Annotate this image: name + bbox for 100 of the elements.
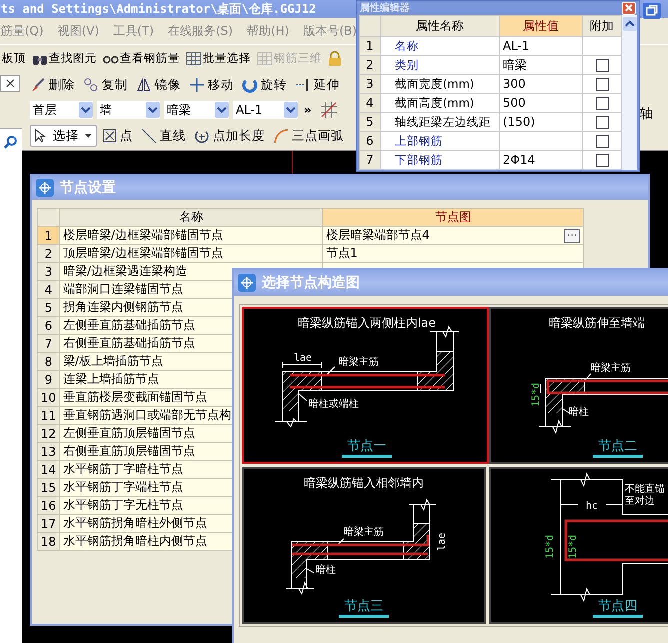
row-number[interactable]: 1 (38, 226, 60, 244)
toolbar-button[interactable]: 板顶 (0, 51, 28, 66)
toolbar-label: 轴 (640, 106, 653, 123)
property-value[interactable]: 暗梁 (500, 56, 582, 74)
row-number[interactable]: 8 (38, 352, 60, 370)
property-value[interactable]: 500 (500, 94, 582, 112)
toolbar-button[interactable]: 镜像 (134, 76, 183, 94)
property-value[interactable]: 2Φ14 (500, 150, 582, 170)
app-icon (238, 274, 256, 292)
row-number: 4 (360, 94, 380, 112)
property-value[interactable]: 300 (500, 74, 582, 94)
dimension-label: lae (294, 353, 312, 364)
checkbox[interactable] (596, 59, 609, 72)
row-number[interactable]: 3 (38, 262, 60, 280)
node-caption-link[interactable]: 节点二 (593, 439, 643, 458)
row-number[interactable]: 15 (38, 478, 60, 496)
checkbox[interactable] (596, 154, 609, 168)
property-name: 类别 (380, 56, 500, 74)
toolbar-button[interactable]: 延伸 (293, 76, 342, 94)
diagram-label: 暗梁主筋 (344, 527, 384, 538)
more-button[interactable]: ··· (564, 228, 580, 242)
property-value[interactable]: AL-1 (500, 36, 582, 56)
node-caption-link[interactable]: 节点三 (339, 599, 389, 618)
row-number[interactable]: 7 (38, 334, 60, 352)
diagram-label: 暗柱 (569, 407, 589, 418)
row-number[interactable]: 5 (38, 298, 60, 316)
property-name: 上部钢筋 (380, 132, 500, 150)
grid-icon (257, 50, 273, 66)
extend-icon (295, 77, 311, 93)
toolbar-button[interactable]: 查看钢筋量 (101, 51, 182, 66)
property-name: 截面宽度(mm) (380, 74, 500, 94)
toolbar-button[interactable]: 查找图元 (30, 51, 99, 66)
row-number[interactable]: 10 (38, 388, 60, 406)
row-number[interactable]: 18 (38, 532, 60, 550)
select-button[interactable]: 选择 (30, 125, 97, 147)
row-number[interactable]: 12 (38, 424, 60, 442)
checkbox[interactable] (596, 97, 609, 110)
column-header: 属性值 (500, 16, 582, 36)
more-button[interactable]: » (302, 103, 314, 117)
dimension-label: lae (437, 532, 448, 551)
toolbar-button[interactable]: 移动 (187, 76, 236, 94)
node-option[interactable]: 暗梁纵筋锚入两侧柱内lae lae 暗梁主筋 暗柱或端柱 节点一 (242, 307, 489, 464)
close-icon (6, 79, 14, 88)
property-name: 轴线距梁左边线距 (380, 112, 500, 132)
node-option[interactable]: 不能直锚 hc 至对边 15*d 15*d 节点四 (489, 467, 668, 624)
row-number[interactable]: 17 (38, 514, 60, 532)
checkbox[interactable] (596, 116, 609, 130)
row-number[interactable]: 2 (38, 244, 60, 262)
brush-icon (30, 77, 46, 93)
property-name: 下部钢筋 (380, 150, 500, 170)
toolbar-button[interactable]: 旋转 (240, 76, 289, 94)
property-name: 截面高度(mm) (380, 94, 500, 112)
mirror-icon (136, 77, 152, 93)
search-icon[interactable] (4, 135, 18, 149)
toolbar-button[interactable]: 直线 (139, 128, 188, 144)
node-caption-link[interactable]: 节点四 (593, 599, 643, 618)
checkbox[interactable] (596, 78, 609, 92)
row-number: 3 (360, 74, 380, 94)
dropdown-field[interactable]: 首层 (30, 101, 93, 119)
row-number: 5 (360, 112, 380, 132)
arc-icon (273, 128, 289, 144)
table-cell: 楼层暗梁端部节点4 (326, 227, 430, 244)
row-number[interactable]: 4 (38, 280, 60, 298)
app-icon (36, 179, 54, 197)
caret-icon (85, 134, 92, 138)
checkbox[interactable] (596, 135, 609, 148)
toolbar-button[interactable]: 点 (101, 128, 135, 144)
row-number[interactable]: 6 (38, 316, 60, 334)
dimension-label: hc (586, 501, 598, 512)
toolbar-button[interactable]: 批量选择 (184, 50, 253, 66)
row-number[interactable]: 14 (38, 460, 60, 478)
diagram-label: 不能直锚 (625, 484, 665, 495)
node-caption-link[interactable]: 节点一 (342, 439, 392, 458)
row-number[interactable]: 9 (38, 370, 60, 388)
move-icon (189, 77, 205, 93)
toolbar-button[interactable]: 复制 (81, 76, 130, 94)
toolbar-button[interactable]: 删除 (28, 76, 77, 94)
dimension-label: 15*d (568, 534, 579, 559)
toolbar-button[interactable]: 点加长度 (192, 128, 267, 144)
node-option[interactable]: 暗梁纵筋锚入相邻墙内 暗梁主筋 暗柱 lae 节点三 (242, 467, 486, 624)
window-title: ts and Settings\Administrator\桌面\仓库.GGJ12 (1, 2, 316, 16)
restore-icon[interactable] (643, 3, 661, 19)
dropdown-field[interactable]: 暗梁 (164, 101, 229, 119)
dropdown-field[interactable]: 墙 (97, 101, 160, 119)
close-button[interactable] (0, 75, 20, 92)
row-number[interactable]: 11 (38, 406, 60, 424)
scrollbar[interactable] (622, 15, 637, 170)
toolbar-button[interactable]: 三点画弧 (271, 128, 346, 144)
row-number: 6 (360, 132, 380, 150)
dropdown-field[interactable]: AL-1 (233, 101, 298, 119)
node-option[interactable]: 暗梁纵筋伸至墙端 暗梁主筋 15*d 暗柱 节点二 (489, 307, 668, 464)
diagram-label: 至对边 (625, 496, 655, 507)
property-value[interactable]: (150) (500, 112, 582, 132)
row-number[interactable]: 16 (38, 496, 60, 514)
row-number[interactable]: 13 (38, 442, 60, 460)
diagram-label: 暗梁主筋 (339, 357, 379, 368)
copy-icon (83, 77, 99, 93)
lock-icon[interactable] (328, 50, 342, 66)
grid-icon[interactable] (320, 101, 338, 119)
diagram-label: 暗梁主筋 (591, 363, 631, 374)
